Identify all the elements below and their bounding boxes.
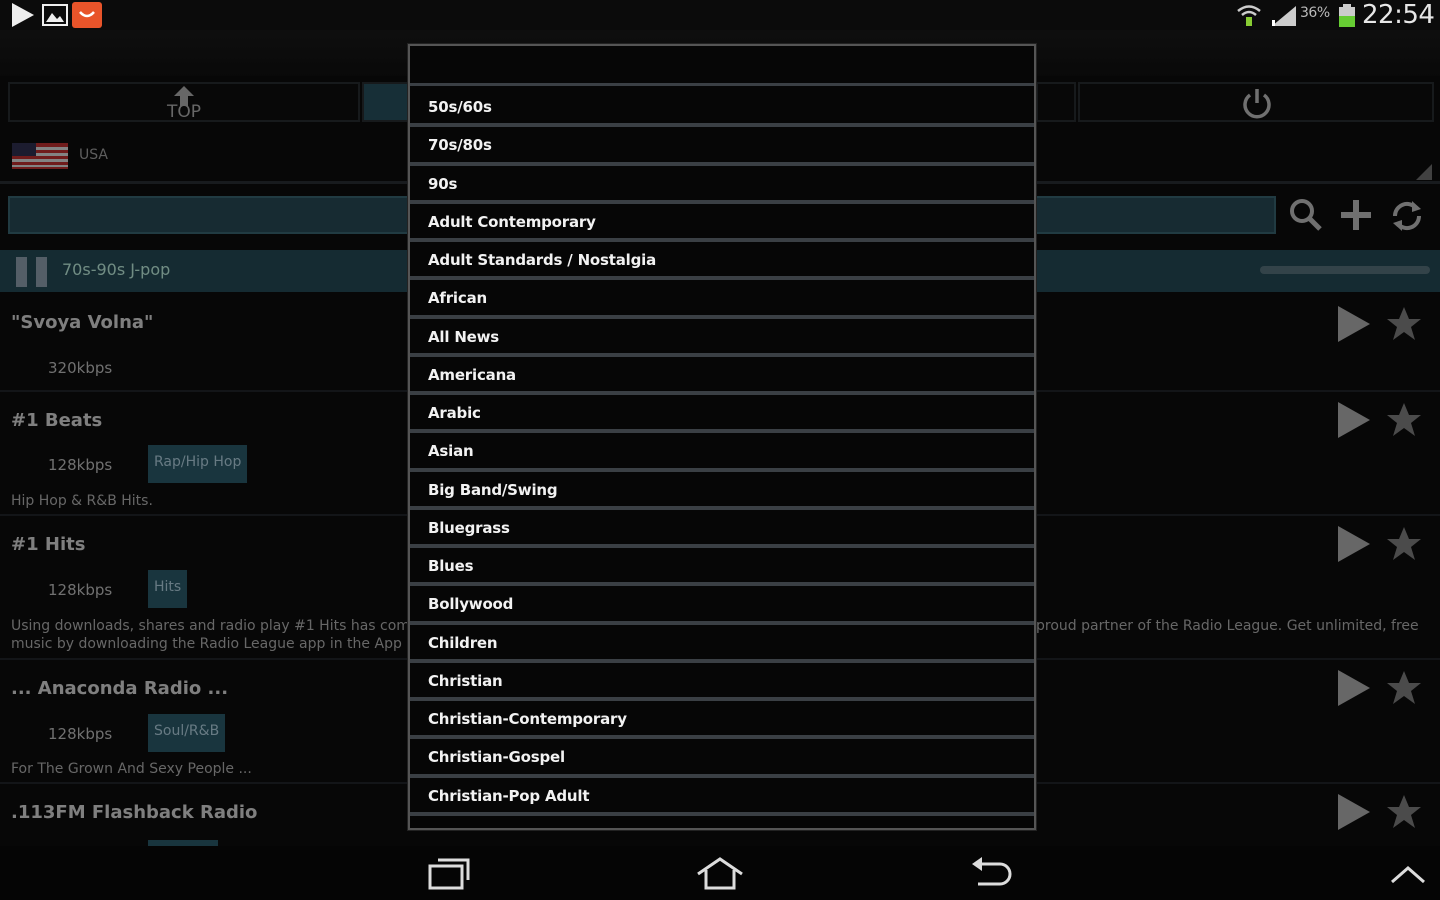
station-bitrate: 320kbps [48, 359, 113, 377]
dropdown-item[interactable]: Christian-Contemporary [410, 701, 1034, 740]
play-icon[interactable] [1338, 670, 1370, 706]
tab-top-label: TOP [167, 102, 202, 122]
tab-top[interactable]: TOP [8, 82, 360, 122]
dropdown-item[interactable]: Blues [410, 548, 1034, 587]
dropdown-item-label: Christian-Gospel [428, 748, 565, 767]
station-bitrate: 128kbps [48, 581, 113, 599]
dropdown-item[interactable]: Adult Contemporary [410, 204, 1034, 242]
play-icon[interactable] [1338, 306, 1370, 342]
dropdown-item[interactable]: 70s/80s [410, 127, 1034, 166]
dropdown-item-label: Big Band/Swing [428, 480, 558, 499]
system-nav-bar [0, 846, 1440, 900]
power-icon [1243, 89, 1271, 119]
status-bar: 36% 22:54 [0, 0, 1440, 30]
play-icon[interactable] [1338, 794, 1370, 830]
dropdown-item[interactable]: 50s/60s [410, 89, 1034, 128]
station-name: #1 Beats [11, 410, 103, 431]
play-icon[interactable] [1338, 526, 1370, 562]
app-notification-icon [72, 2, 102, 28]
dropdown-item-label: Christian-Contemporary [428, 710, 627, 728]
dropdown-item[interactable]: Christian-Gospel [410, 739, 1034, 778]
genre-badge: Hits [148, 570, 188, 608]
dropdown-item[interactable]: Bluegrass [410, 510, 1034, 548]
refresh-icon[interactable] [1388, 197, 1426, 235]
star-icon[interactable] [1386, 794, 1422, 830]
dropdown-item-label: Arabic [428, 404, 481, 422]
status-time: 22:54 [1362, 0, 1435, 30]
dropdown-blank-item[interactable] [410, 46, 1034, 86]
station-description-right: proud partner of the Radio League. Get u… [1036, 618, 1419, 634]
dropdown-item-label: Adult Standards / Nostalgia [428, 251, 657, 269]
dropdown-item-label: Children [428, 633, 498, 652]
battery-percent: 36% [1300, 5, 1330, 21]
star-icon[interactable] [1386, 402, 1422, 438]
back-icon[interactable] [970, 856, 1014, 890]
dropdown-item-label: Adult Contemporary [428, 212, 596, 231]
dropdown-item-label: All News [428, 327, 500, 346]
genre-badge: Soul/R&B [148, 714, 226, 752]
station-name: "Svoya Volna" [11, 312, 154, 333]
volume-slider[interactable] [1260, 266, 1430, 274]
signal-icon [1272, 6, 1296, 26]
dropdown-item[interactable]: Christian [410, 663, 1034, 701]
station-bitrate: 128kbps [48, 456, 113, 474]
dropdown-item[interactable]: Adult Standards / Nostalgia [410, 242, 1034, 281]
dropdown-item[interactable]: Bollywood [410, 586, 1034, 625]
dropdown-item[interactable]: Americana [410, 357, 1034, 395]
dropdown-item-label: Christian-Pop Adult [428, 786, 590, 805]
dropdown-item[interactable]: African [410, 280, 1034, 319]
search-icon[interactable] [1288, 197, 1324, 233]
dropdown-item[interactable]: All News [410, 319, 1034, 357]
play-icon[interactable] [1338, 402, 1370, 438]
dropdown-item-label: Americana [428, 365, 516, 384]
station-description-line2: music by downloading the Radio League ap… [11, 636, 407, 652]
dropdown-item[interactable]: Big Band/Swing [410, 472, 1034, 510]
dropdown-item[interactable]: Asian [410, 433, 1034, 472]
usa-flag-icon [12, 143, 68, 169]
station-description: Using downloads, shares and radio play #… [11, 618, 407, 634]
star-icon[interactable] [1386, 526, 1422, 562]
dropdown-item-label: African [428, 289, 487, 308]
tab-favorites[interactable] [1036, 82, 1076, 122]
star-icon[interactable] [1386, 670, 1422, 706]
dropdown-item-label: 50s/60s [428, 98, 492, 116]
spinner-indicator [1416, 164, 1432, 180]
dropdown-item-label: 90s [428, 174, 458, 193]
country-name: USA [79, 147, 108, 163]
dropdown-item-label: Blues [428, 557, 474, 575]
star-icon[interactable] [1386, 306, 1422, 342]
home-icon[interactable] [695, 856, 745, 890]
now-playing-title: 70s-90s J-pop [62, 260, 171, 279]
station-name: #1 Hits [11, 534, 86, 555]
dropdown-item-label: 70s/80s [428, 136, 492, 155]
dropdown-item[interactable]: Arabic [410, 395, 1034, 434]
wifi-icon [1237, 5, 1261, 26]
station-name: ... Anaconda Radio ... [11, 678, 229, 699]
tab-power[interactable] [1078, 82, 1434, 122]
station-bitrate: 128kbps [48, 725, 113, 743]
dropdown-item-label: Bollywood [428, 595, 514, 614]
dropdown-item[interactable]: 90s [410, 166, 1034, 204]
battery-icon [1339, 4, 1355, 27]
dropdown-list: 50s/60s 70s/80s 90s Adult Contemporary A… [410, 89, 1034, 816]
dropdown-item-label: Asian [428, 442, 474, 461]
dropdown-item[interactable]: Christian-Pop Adult [410, 778, 1034, 816]
dropdown-item[interactable]: Children [410, 625, 1034, 663]
genre-badge: Rap/Hip Hop [148, 445, 248, 483]
chevron-up-icon[interactable] [1390, 864, 1426, 884]
dropdown-item-label: Christian [428, 671, 503, 690]
genre-dropdown[interactable]: 50s/60s 70s/80s 90s Adult Contemporary A… [408, 44, 1036, 830]
gallery-icon [42, 4, 68, 26]
dropdown-item-label: Bluegrass [428, 518, 510, 537]
pause-icon[interactable] [16, 257, 48, 287]
station-name: .113FM Flashback Radio [11, 802, 258, 823]
add-icon[interactable] [1338, 197, 1374, 233]
recent-apps-icon[interactable] [428, 856, 472, 890]
play-icon [12, 3, 34, 27]
tab-genre[interactable] [362, 82, 410, 122]
